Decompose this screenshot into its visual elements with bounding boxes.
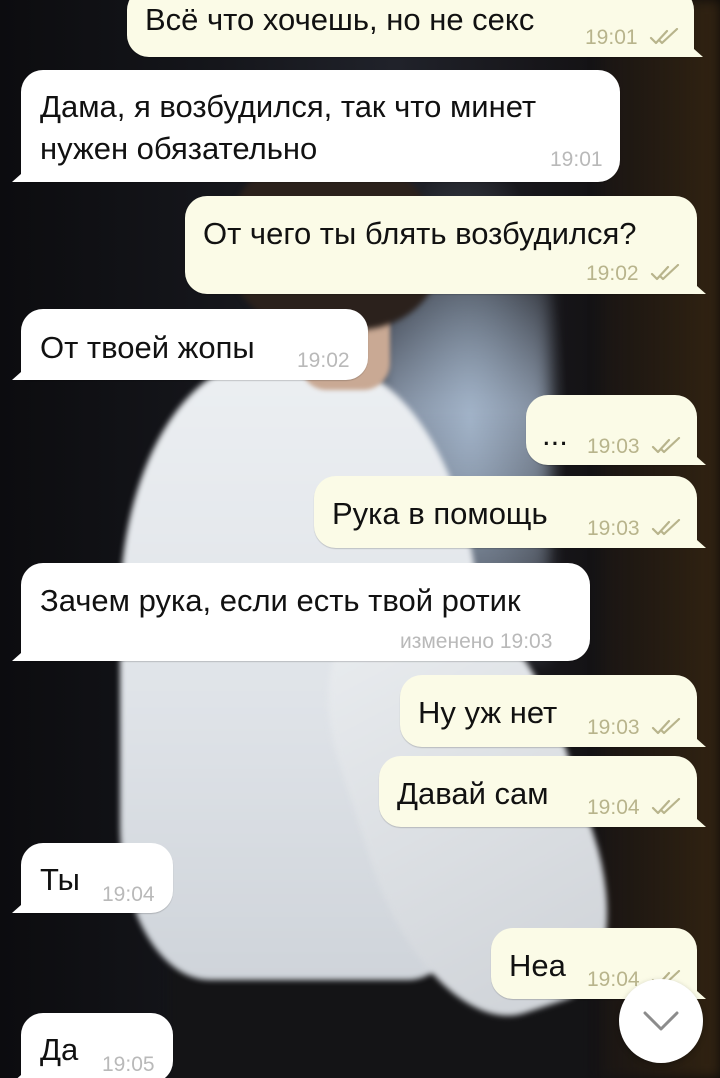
message-text: ... (542, 417, 568, 452)
message-incoming[interactable]: От твоей жопы 19:02 (12, 309, 368, 380)
message-time: 19:04 (587, 968, 640, 991)
double-check-icon (651, 437, 681, 454)
double-check-icon (651, 519, 681, 536)
message-text: Давай сам (397, 776, 549, 811)
message-text: Зачем рука, если есть твой ротик (40, 583, 521, 618)
message-text: От твоей жопы (40, 330, 255, 365)
message-text: Рука в помощь (332, 496, 548, 531)
message-time: 19:02 (586, 262, 639, 285)
message-incoming[interactable]: Дама, я возбудился, так что минет нужен … (12, 70, 620, 182)
double-check-icon (650, 264, 680, 281)
message-text: Ты (40, 862, 80, 897)
message-text: От чего ты блять возбудился? (203, 216, 637, 251)
message-incoming[interactable]: Ты 19:04 (12, 843, 173, 913)
message-time: 19:03 (587, 716, 640, 739)
message-outgoing[interactable]: Всё что хочешь, но не секс 19:01 (127, 0, 703, 57)
message-text: Ну уж нет (418, 695, 558, 730)
chevron-down-icon (643, 1011, 679, 1031)
message-outgoing[interactable]: Давай сам 19:04 (379, 756, 706, 827)
message-time: 19:01 (550, 148, 603, 171)
message-time: 19:03 (587, 435, 640, 458)
message-text: Всё что хочешь, но не секс (145, 2, 535, 37)
message-list[interactable]: Всё что хочешь, но не секс 19:01 Дама, я… (0, 0, 720, 1078)
scroll-down-button[interactable] (619, 979, 703, 1063)
double-check-icon (651, 798, 681, 815)
message-outgoing[interactable]: ... 19:03 (526, 395, 706, 465)
message-text-line: Дама, я возбудился, так что минет (40, 89, 537, 124)
message-edited-time: изменено 19:03 (400, 630, 553, 653)
message-incoming[interactable]: Зачем рука, если есть твой ротик изменен… (12, 563, 590, 661)
double-check-icon (651, 718, 681, 735)
message-time: 19:05 (102, 1053, 155, 1076)
double-check-icon (649, 28, 679, 45)
message-outgoing[interactable]: Рука в помощь 19:03 (314, 476, 706, 548)
message-time: 19:04 (587, 796, 640, 819)
message-text: Неа (509, 948, 566, 983)
message-outgoing[interactable]: От чего ты блять возбудился? 19:02 (185, 196, 706, 294)
message-outgoing[interactable]: Ну уж нет 19:03 (400, 675, 706, 747)
message-time: 19:01 (585, 26, 638, 49)
message-text-line: нужен обязательно (40, 131, 318, 166)
message-time: 19:02 (297, 349, 350, 372)
message-time: 19:04 (102, 883, 155, 906)
message-incoming[interactable]: Да 19:05 (12, 1013, 173, 1078)
message-text: Да (40, 1032, 79, 1067)
message-time: 19:03 (587, 517, 640, 540)
